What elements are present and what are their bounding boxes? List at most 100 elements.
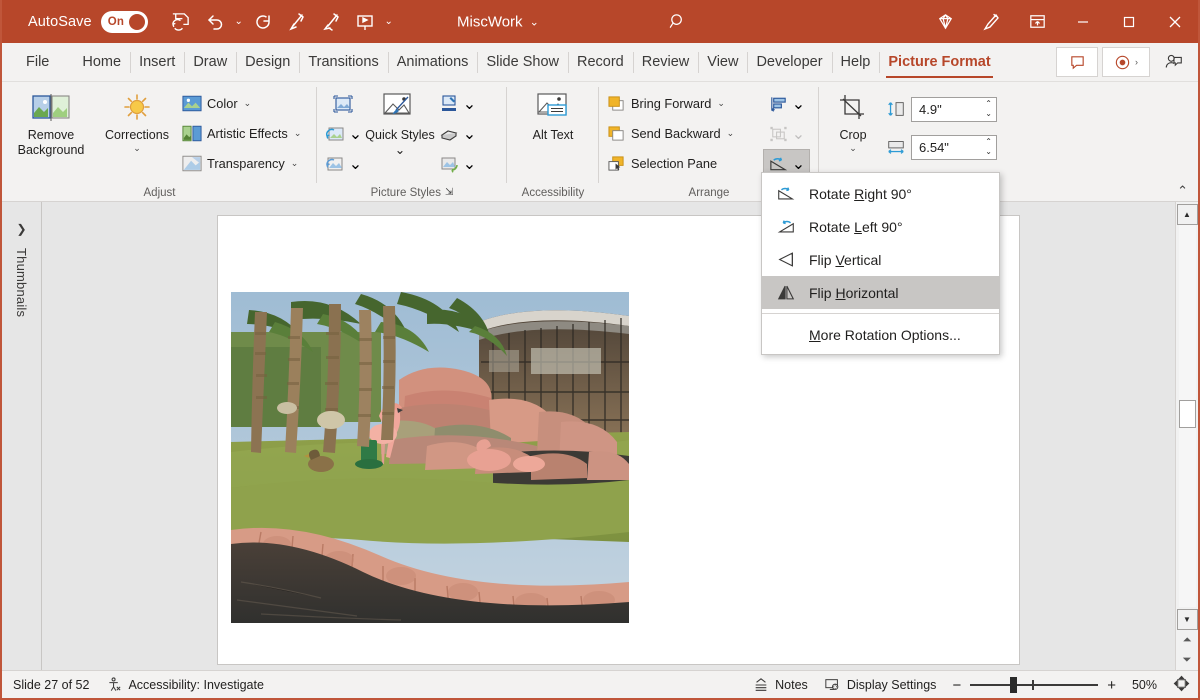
bring-forward-caret-icon[interactable]: ⌄	[717, 98, 725, 109]
reset-picture-caret-icon[interactable]: ⌄	[349, 154, 362, 174]
chevron-right-icon[interactable]: ›	[1135, 57, 1138, 67]
tab-draw[interactable]: Draw	[184, 43, 236, 81]
save-icon[interactable]	[164, 6, 198, 38]
change-picture-caret-icon[interactable]: ⌄	[349, 124, 362, 144]
quick-styles-caret-icon[interactable]: ⌄	[395, 143, 405, 157]
chevron-down-icon[interactable]: ⌄	[530, 15, 539, 28]
undo-icon[interactable]	[198, 6, 232, 38]
menu-item-flip-vertical[interactable]: Flip Vertical	[762, 243, 999, 276]
send-backward-caret-icon[interactable]: ⌄	[727, 128, 735, 139]
customize-quick-access-icon[interactable]: ⌄	[382, 16, 396, 27]
pen-annotate-icon[interactable]	[968, 0, 1014, 43]
alt-text-button[interactable]: Alt Text	[517, 85, 589, 143]
tab-record[interactable]: Record	[568, 43, 633, 81]
comments-icon[interactable]	[1056, 47, 1098, 77]
fit-to-window-button[interactable]	[1173, 675, 1190, 695]
maximize-icon[interactable]	[1106, 0, 1152, 43]
zoom-slider-track[interactable]	[970, 671, 1098, 699]
zoom-level-label[interactable]: 50%	[1132, 678, 1157, 692]
align-button[interactable]: ⌄	[768, 89, 805, 119]
crop-caret-icon[interactable]: ⌄	[849, 143, 857, 154]
artistic-effects-button[interactable]: Artistic Effects ⌄	[179, 118, 304, 148]
notes-button[interactable]: Notes	[753, 677, 808, 693]
transparency-button[interactable]: Transparency ⌄	[179, 148, 304, 178]
color-caret-icon[interactable]: ⌄	[244, 98, 252, 109]
selection-pane-button[interactable]: Selection Pane	[604, 148, 759, 178]
tab-developer[interactable]: Developer	[747, 43, 831, 81]
menu-item-rotate-right-90[interactable]: Rotate Right 90°	[762, 177, 999, 210]
tab-help[interactable]: Help	[832, 43, 880, 81]
tab-view[interactable]: View	[698, 43, 747, 81]
align-caret-icon[interactable]: ⌄	[792, 94, 805, 114]
document-title[interactable]: MiscWork ⌄	[457, 13, 539, 30]
bring-forward-button[interactable]: Bring Forward ⌄	[604, 88, 759, 118]
shape-width-stepper[interactable]: ⌃⌄	[985, 137, 992, 157]
search-icon[interactable]	[662, 7, 692, 37]
collapse-ribbon-chevron-icon[interactable]: ⌃	[1177, 183, 1188, 199]
scrollbar-thumb[interactable]	[1179, 400, 1196, 428]
tab-file[interactable]: File	[12, 43, 63, 81]
redo-icon[interactable]	[246, 6, 280, 38]
minimize-icon[interactable]	[1060, 0, 1106, 43]
pen-icon[interactable]	[314, 6, 348, 38]
remove-background-button[interactable]: Remove Background	[7, 85, 95, 158]
slide-canvas-area[interactable]	[42, 202, 1175, 670]
start-from-beginning-icon[interactable]	[280, 6, 314, 38]
rotate-caret-icon[interactable]: ⌄	[792, 154, 805, 174]
menu-item-flip-horizontal[interactable]: Flip Horizontal	[762, 276, 999, 309]
next-slide-icon[interactable]: ⏷	[1177, 650, 1198, 670]
thumbnails-pane[interactable]: ❯ Thumbnails	[2, 202, 42, 670]
picture-layout-caret-icon[interactable]: ⌄	[463, 154, 476, 174]
slide-counter[interactable]: Slide 27 of 52	[13, 678, 89, 692]
accessibility-status[interactable]: Accessibility: Investigate	[107, 677, 263, 692]
tab-design[interactable]: Design	[236, 43, 299, 81]
record-icon[interactable]: ›	[1102, 47, 1150, 77]
picture-object[interactable]	[231, 292, 629, 623]
tab-picture-format[interactable]: Picture Format	[879, 43, 999, 81]
picture-layout-icon[interactable]: ⌄	[438, 149, 476, 179]
shape-width-input[interactable]: 6.54" ⌃⌄	[911, 135, 997, 160]
reset-picture-icon[interactable]: ⌄	[324, 149, 362, 179]
previous-slide-icon[interactable]: ⏶	[1177, 630, 1198, 650]
dialog-launcher-icon[interactable]: ⇲	[445, 187, 453, 198]
tab-insert[interactable]: Insert	[130, 43, 184, 81]
close-icon[interactable]	[1152, 0, 1198, 43]
quick-styles-button[interactable]: Quick Styles ⌄	[364, 85, 436, 158]
tab-transitions[interactable]: Transitions	[299, 43, 387, 81]
crop-button[interactable]: Crop ⌄	[824, 85, 882, 153]
menu-item-more-rotation-options[interactable]: More Rotation Options...	[762, 318, 999, 351]
tab-review[interactable]: Review	[633, 43, 699, 81]
menu-item-rotate-left-90[interactable]: Rotate Left 90°	[762, 210, 999, 243]
tab-slide-show[interactable]: Slide Show	[477, 43, 568, 81]
share-icon[interactable]	[1154, 47, 1194, 77]
transparency-caret-icon[interactable]: ⌄	[291, 158, 299, 169]
tab-home[interactable]: Home	[73, 43, 130, 81]
corrections-caret-icon[interactable]: ⌄	[133, 143, 141, 154]
scroll-down-icon[interactable]: ▼	[1177, 609, 1198, 630]
tab-animations[interactable]: Animations	[388, 43, 478, 81]
picture-border-icon[interactable]: ⌄	[438, 89, 476, 119]
shape-height-stepper[interactable]: ⌃⌄	[985, 99, 992, 119]
artistic-effects-caret-icon[interactable]: ⌄	[294, 128, 302, 139]
picture-effects-caret-icon[interactable]: ⌄	[463, 124, 476, 144]
picture-frame-icon[interactable]	[332, 89, 354, 119]
shape-height-input[interactable]: 4.9" ⌃⌄	[911, 97, 997, 122]
picture-effects-icon[interactable]: ⌄	[438, 119, 476, 149]
zoom-in-button[interactable]: +	[1107, 677, 1116, 694]
display-settings-button[interactable]: Display Settings	[824, 677, 937, 693]
autosave-toggle[interactable]: On	[101, 11, 148, 33]
corrections-button[interactable]: Corrections ⌄	[95, 85, 179, 153]
chevron-right-icon[interactable]: ❯	[16, 222, 26, 236]
scrollbar-track[interactable]	[1179, 225, 1196, 607]
send-backward-button[interactable]: Send Backward ⌄	[604, 118, 759, 148]
diamond-icon[interactable]	[922, 0, 968, 43]
ribbon-display-options-icon[interactable]	[1014, 0, 1060, 43]
zoom-slider[interactable]: − +	[952, 671, 1116, 699]
zoom-slider-handle[interactable]	[1010, 677, 1017, 693]
present-icon[interactable]	[348, 6, 382, 38]
change-picture-icon[interactable]: ⌄	[324, 119, 362, 149]
color-button[interactable]: Color ⌄	[179, 88, 304, 118]
scroll-up-icon[interactable]: ▲	[1177, 204, 1198, 225]
undo-dropdown-caret-icon[interactable]: ⌄	[232, 16, 246, 27]
vertical-scrollbar[interactable]: ▲ ▼ ⏶ ⏷	[1175, 202, 1198, 670]
